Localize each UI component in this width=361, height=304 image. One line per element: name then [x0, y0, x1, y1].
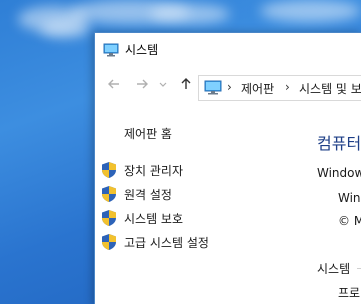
up-arrow-icon[interactable]: [177, 77, 195, 97]
uac-shield-icon: [101, 209, 117, 231]
monitor-icon: [103, 42, 119, 61]
navigation-bar: › 제어판 › 시스템 및 보: [95, 73, 361, 101]
sky-cloud: [40, 20, 90, 38]
breadcrumb-separator: ›: [285, 80, 290, 94]
processor-label: 프로: [338, 286, 361, 300]
uac-shield-icon: [101, 185, 117, 207]
title-bar[interactable]: 시스템: [95, 33, 361, 65]
chevron-down-icon[interactable]: [157, 77, 169, 97]
back-arrow-icon[interactable]: [105, 77, 123, 97]
breadcrumb-control-panel[interactable]: 제어판: [241, 80, 274, 97]
sidebar-item-label: 원격 설정: [124, 188, 172, 202]
sky-cloud: [150, 4, 230, 24]
section-divider: [357, 268, 361, 269]
windows-edition-value: Windo: [338, 191, 361, 205]
windows-edition-section-title: Window: [317, 166, 361, 180]
uac-shield-icon: [101, 161, 117, 183]
desktop-background: 시스템 › 제어판 › 시스템 및 보 제어판 홈 장치 관리자 원격 설정 시…: [0, 0, 361, 304]
monitor-icon: [204, 80, 222, 99]
address-bar[interactable]: › 제어판 › 시스템 및 보: [198, 75, 361, 101]
copyright-text: © M: [338, 214, 361, 228]
sidebar-item-label: 고급 시스템 설정: [124, 236, 209, 250]
control-panel-home-link[interactable]: 제어판 홈: [124, 125, 172, 142]
page-heading: 컴퓨터: [317, 134, 361, 153]
window-title: 시스템: [125, 43, 159, 57]
breadcrumb-separator: ›: [227, 80, 232, 94]
sidebar-item-label: 장치 관리자: [124, 164, 184, 178]
uac-shield-icon: [101, 233, 117, 255]
sky-cloud: [260, 0, 361, 22]
breadcrumb-system-security[interactable]: 시스템 및 보: [299, 80, 361, 97]
system-window: 시스템 › 제어판 › 시스템 및 보 제어판 홈 장치 관리자 원격 설정 시…: [94, 32, 361, 304]
sidebar-item-label: 시스템 보호: [124, 212, 184, 226]
system-section-title: 시스템: [317, 262, 351, 276]
forward-arrow-icon[interactable]: [133, 77, 151, 97]
